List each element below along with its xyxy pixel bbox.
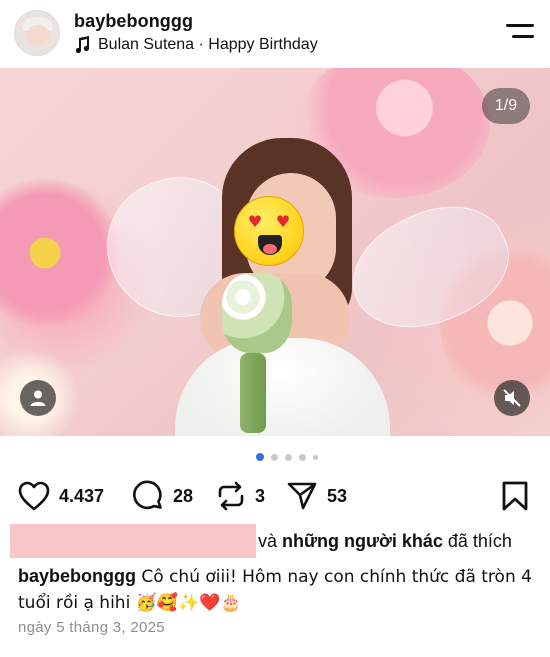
user-icon xyxy=(30,390,46,406)
share-icon xyxy=(287,482,317,510)
menu-icon[interactable] xyxy=(504,22,534,42)
comment-icon xyxy=(133,480,162,510)
carousel-dot-active xyxy=(256,453,264,461)
share-button[interactable]: 53 xyxy=(286,478,347,514)
liked-by-others[interactable]: những người khác xyxy=(282,531,443,552)
like-button[interactable]: 4.437 xyxy=(18,478,104,514)
avatar-face xyxy=(27,25,49,45)
carousel-dot xyxy=(271,453,278,461)
carousel-dot xyxy=(299,453,306,461)
repost-count: 3 xyxy=(255,485,266,506)
music-note-icon xyxy=(75,36,90,54)
action-bar: 4.437 28 3 53 xyxy=(18,478,538,514)
comment-button[interactable]: 28 xyxy=(132,478,193,514)
liked-by-prefix: và xyxy=(258,530,283,551)
music-label: Bulan Sutena · Happy Birthday xyxy=(98,36,318,53)
carousel-indicator xyxy=(256,453,325,461)
username[interactable]: baybebonggg xyxy=(74,11,193,32)
bookmark-icon xyxy=(502,481,528,511)
liked-by-row[interactable]: và những người khác đã thích xyxy=(10,524,512,558)
heart-eye-icon: ♥ xyxy=(247,212,263,231)
mute-button[interactable] xyxy=(494,380,530,416)
redacted-liker-name xyxy=(10,524,256,558)
avatar[interactable] xyxy=(14,10,60,56)
music-info[interactable]: Bulan Sutena · Happy Birthday xyxy=(74,36,318,54)
bouquet xyxy=(222,273,292,353)
tag-people-button[interactable] xyxy=(20,380,56,416)
mute-icon xyxy=(503,389,521,407)
repost-button[interactable]: 3 xyxy=(216,478,265,514)
heart-eye-icon: ♥ xyxy=(275,212,291,231)
photo-counter: 1/9 xyxy=(482,88,530,124)
post-photo[interactable]: ♥ ♥ 1/9 xyxy=(0,68,550,436)
carousel-dot xyxy=(313,454,318,460)
flower-decoration xyxy=(0,178,120,328)
caption-username[interactable]: baybebonggg xyxy=(18,566,136,586)
post-header: baybebonggg Bulan Sutena · Happy Birthda… xyxy=(0,0,550,68)
carousel-dot xyxy=(285,453,292,461)
like-count: 4.437 xyxy=(59,485,105,506)
bouquet-stems xyxy=(240,353,266,433)
liked-by-suffix: đã thích xyxy=(442,530,512,551)
comment-count: 28 xyxy=(173,485,194,506)
share-count: 53 xyxy=(327,485,348,506)
emoji-mouth xyxy=(258,235,282,255)
white-dress xyxy=(175,338,390,436)
post-caption: baybebonggg Cô chú ơiii! Hôm nay con chí… xyxy=(18,564,538,616)
heart-icon xyxy=(18,481,50,511)
repost-icon xyxy=(218,481,244,511)
heart-eyes-emoji-icon: ♥ ♥ xyxy=(234,196,304,266)
post-date: ngày 5 tháng 3, 2025 xyxy=(18,619,165,636)
save-button[interactable] xyxy=(502,481,528,516)
